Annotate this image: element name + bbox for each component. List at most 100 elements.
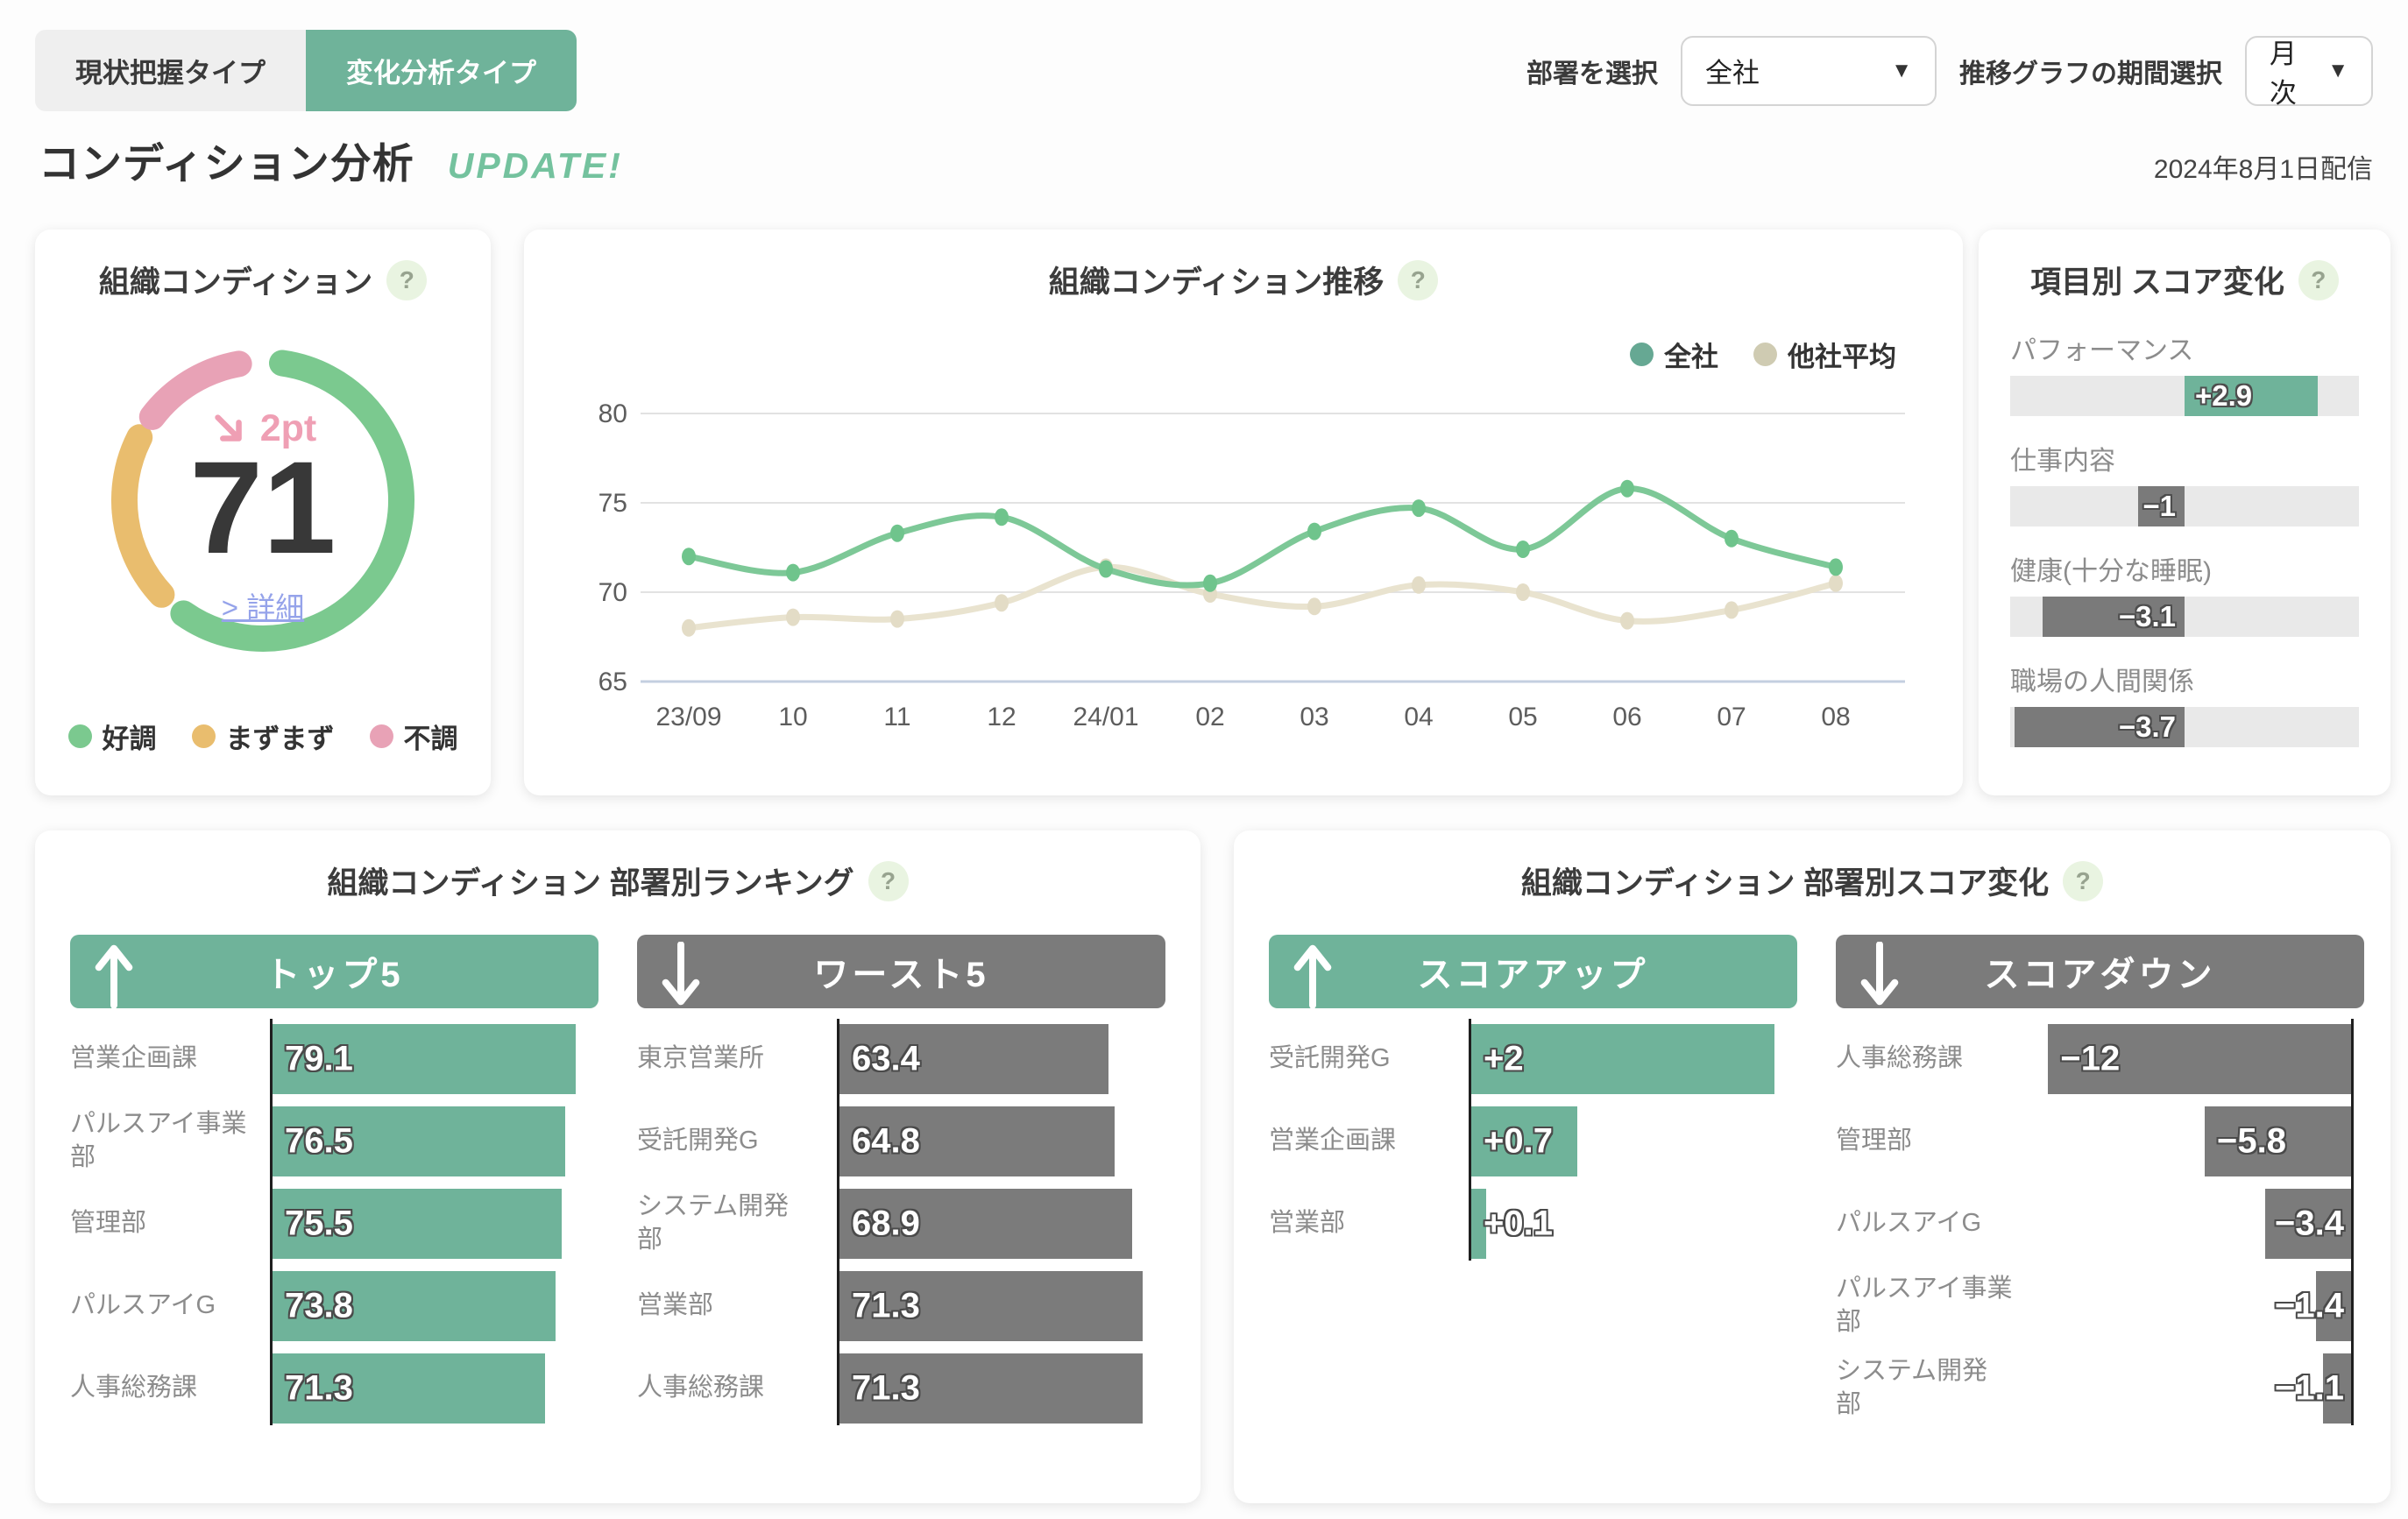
row-label: パルスアイG xyxy=(1836,1207,2025,1240)
score-up-bar-list: 受託開発G +2 営業企画課 +0.7 営業部 +0.1 xyxy=(1269,1024,1797,1259)
svg-text:80: 80 xyxy=(598,399,627,428)
row-label: 受託開発G xyxy=(1269,1042,1458,1076)
bar-value: 71.3 xyxy=(852,1287,920,1326)
svg-text:11: 11 xyxy=(883,703,910,731)
metric-bar: −3.7 xyxy=(2015,707,2185,747)
svg-text:04: 04 xyxy=(1404,703,1433,731)
metric-bar: −1 xyxy=(2138,486,2185,526)
metric-row: 仕事内容 −1 xyxy=(2010,439,2359,526)
bar-plot: 73.8 xyxy=(273,1271,588,1341)
svg-text:65: 65 xyxy=(598,668,627,696)
tab-change-analysis[interactable]: 変化分析タイプ xyxy=(306,30,577,111)
bar: −1.4 xyxy=(2316,1271,2351,1341)
row-label: 人事総務課 xyxy=(70,1372,259,1405)
bar-plot: 71.3 xyxy=(273,1353,588,1424)
metric-value: −3.1 xyxy=(2119,600,2176,633)
bar-value: 63.4 xyxy=(852,1040,920,1079)
rank-row: パルスアイ事業部 −1.4 xyxy=(1836,1271,2364,1341)
rank-row: 人事総務課 −12 xyxy=(1836,1024,2364,1094)
worst5-header-label: ワースト5 xyxy=(813,946,988,997)
bar-value: 71.3 xyxy=(285,1369,353,1409)
metric-row: 職場の人間関係 −3.7 xyxy=(2010,660,2359,747)
metric-label: 健康(十分な睡眠) xyxy=(2010,549,2359,588)
detail-link[interactable]: > 詳細 xyxy=(96,584,429,626)
help-icon[interactable]: ? xyxy=(386,260,427,300)
tab-current-status[interactable]: 現状把握タイプ xyxy=(35,30,306,111)
bar-value: +2 xyxy=(1484,1040,1524,1079)
condition-trend-line-chart: 8075706523/0910111224/0102030405060708 xyxy=(549,361,1933,746)
bar: +0.7 xyxy=(1471,1106,1577,1176)
metric-label: パフォーマンス xyxy=(2010,329,2359,367)
svg-text:10: 10 xyxy=(778,703,807,731)
title-row: コンディション分析 UPDATE! 2024年8月1日配信 xyxy=(39,130,2373,190)
period-select[interactable]: 月次 ▼ xyxy=(2245,36,2373,106)
svg-text:70: 70 xyxy=(598,578,627,607)
legend-dot xyxy=(370,724,393,748)
bar-value: −1.1 xyxy=(2275,1369,2344,1409)
bar: 76.5 xyxy=(273,1106,565,1176)
rank-row: 東京営業所 63.4 xyxy=(637,1024,1165,1094)
rank-row: 営業部 +0.1 xyxy=(1269,1189,1797,1259)
legend-label: 好調 xyxy=(103,717,157,756)
bar-plot: +2 xyxy=(1471,1024,1787,1094)
bar: −12 xyxy=(2048,1024,2351,1094)
condition-trend-card: 組織コンディション推移 ? 全社 他社平均 8075706523/0910111… xyxy=(524,230,1963,795)
svg-text:07: 07 xyxy=(1717,703,1746,731)
bar-plot: 71.3 xyxy=(839,1271,1155,1341)
row-label: パルスアイ事業部 xyxy=(70,1108,259,1174)
chevron-down-icon: ▼ xyxy=(1891,59,1912,83)
metric-row: パフォーマンス +2.9 xyxy=(2010,329,2359,416)
svg-text:03: 03 xyxy=(1300,703,1328,731)
metric-value: −1 xyxy=(2142,490,2176,523)
legend-item: 好調 xyxy=(68,717,157,756)
metric-bar-track: −3.1 xyxy=(2010,597,2359,637)
bar: −5.8 xyxy=(2205,1106,2351,1176)
dept-ranking-card: 組織コンディション 部署別ランキング ? トップ5 営業企画課 79.1 パルス… xyxy=(35,830,1200,1503)
help-icon[interactable]: ? xyxy=(2063,861,2103,901)
bar-plot: +0.1 xyxy=(1471,1189,1787,1259)
rank-row: パルスアイG 73.8 xyxy=(70,1271,598,1341)
rank-row: 人事総務課 71.3 xyxy=(70,1353,598,1424)
svg-text:24/01: 24/01 xyxy=(1073,703,1138,731)
down-arrow-icon xyxy=(1857,942,1902,1008)
card-title: 組織コンディション xyxy=(99,258,373,302)
period-select-value: 月次 xyxy=(2270,32,2306,110)
row-label: 管理部 xyxy=(1836,1125,2025,1158)
worst5-header: ワースト5 xyxy=(637,935,1165,1008)
bar-value: −12 xyxy=(2060,1040,2120,1079)
bar: 68.9 xyxy=(839,1189,1132,1259)
metric-score-rows: パフォーマンス +2.9 仕事内容 −1 健康(十分な睡眠) −3.1 職場の人… xyxy=(1979,302,2390,747)
bar-value: −5.8 xyxy=(2217,1122,2286,1162)
score-down-bar-list: 人事総務課 −12 管理部 −5.8 パルスアイG −3.4 パルスアイ事業部 … xyxy=(1836,1024,2364,1424)
score-down-header: スコアダウン xyxy=(1836,935,2364,1008)
legend-item: まずまず xyxy=(192,717,335,756)
period-select-label: 推移グラフの期間選択 xyxy=(1959,52,2222,90)
svg-text:02: 02 xyxy=(1195,703,1224,731)
metric-bar-track: −3.7 xyxy=(2010,707,2359,747)
bar-plot: −12 xyxy=(2038,1024,2354,1094)
update-badge: UPDATE! xyxy=(448,145,623,187)
metric-value: +2.9 xyxy=(2195,379,2252,413)
help-icon[interactable]: ? xyxy=(1398,260,1438,300)
bar-plot: 63.4 xyxy=(839,1024,1155,1094)
row-label: 管理部 xyxy=(70,1207,259,1240)
bar-value: +0.1 xyxy=(1484,1205,1553,1244)
bar-plot: −1.4 xyxy=(2038,1271,2354,1341)
row-label: システム開発部 xyxy=(1836,1355,2025,1421)
svg-text:23/09: 23/09 xyxy=(655,703,721,731)
bar-value: −1.4 xyxy=(2275,1287,2344,1326)
top5-bar-list: 営業企画課 79.1 パルスアイ事業部 76.5 管理部 75.5 パルスアイG… xyxy=(70,1024,598,1424)
top5-header-label: トップ5 xyxy=(265,946,403,997)
card-title: 組織コンディション推移 xyxy=(1049,258,1385,302)
rank-row: 受託開発G 64.8 xyxy=(637,1106,1165,1176)
legend-label: まずまず xyxy=(226,717,335,756)
bar-value: −3.4 xyxy=(2275,1205,2344,1244)
help-icon[interactable]: ? xyxy=(2298,260,2339,300)
dept-select-value: 全社 xyxy=(1705,51,1760,90)
help-icon[interactable]: ? xyxy=(868,861,909,901)
bar-value: 75.5 xyxy=(285,1205,353,1244)
score-up-header: スコアアップ xyxy=(1269,935,1797,1008)
dept-select[interactable]: 全社 ▼ xyxy=(1681,36,1937,106)
rank-row: 営業企画課 79.1 xyxy=(70,1024,598,1094)
rank-row: システム開発部 −1.1 xyxy=(1836,1353,2364,1424)
